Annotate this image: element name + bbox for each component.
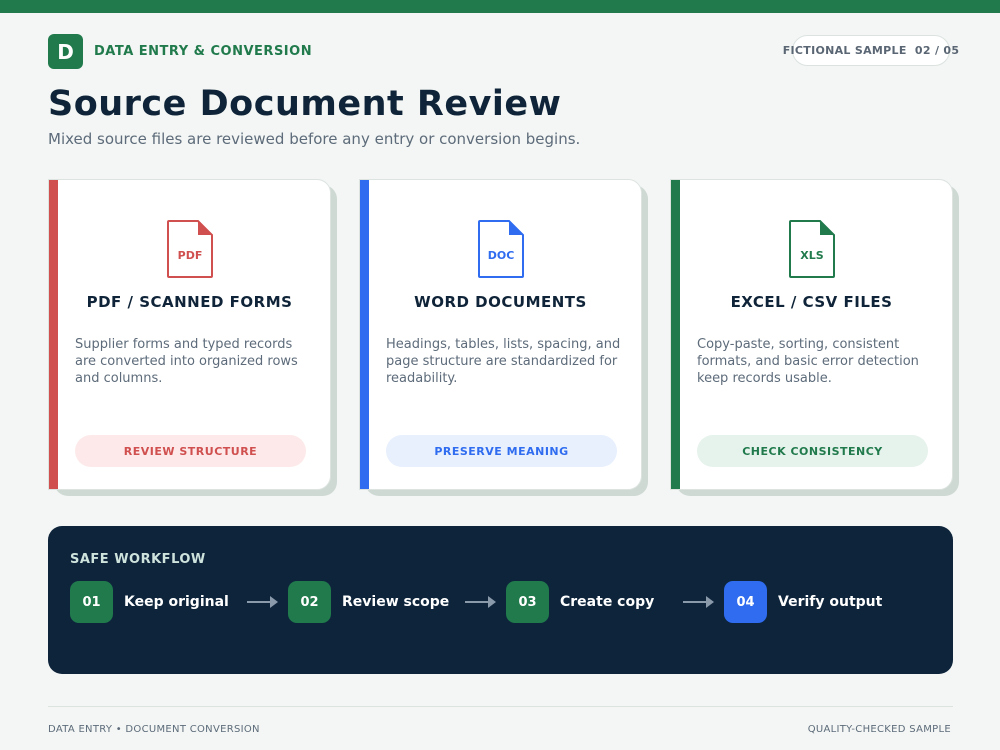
logo-badge: D (48, 34, 83, 69)
step-label: Create copy (560, 594, 655, 610)
card-description: Copy-paste, sorting, consistent formats,… (697, 337, 919, 386)
card-title: EXCEL / CSV FILES (730, 293, 893, 311)
step-number: 01 (70, 581, 113, 623)
card-accent-stripe (671, 180, 680, 489)
workflow-title: SAFE WORKFLOW (70, 552, 206, 567)
step-label: Review scope (342, 594, 450, 610)
page-subtitle: Mixed source files are reviewed before a… (48, 130, 581, 148)
file-type-label: PDF (177, 249, 203, 262)
workflow-panel: SAFE WORKFLOW 01 Keep original 02 Review… (48, 526, 953, 674)
file-type-label: DOC (487, 249, 515, 262)
footer-right: QUALITY-CHECKED SAMPLE (807, 724, 951, 735)
card-description: Headings, tables, lists, spacing, and pa… (386, 337, 621, 386)
workflow-step: 04 Verify output (724, 581, 882, 623)
footer-divider (48, 706, 953, 707)
card-badge: REVIEW STRUCTURE (75, 435, 306, 467)
arrow-right-icon (247, 596, 278, 608)
page-title: Source Document Review (48, 84, 562, 124)
brand-name: DATA ENTRY & CONVERSION (94, 44, 313, 59)
step-label: Verify output (778, 594, 883, 610)
card-title: WORD DOCUMENTS (414, 293, 587, 311)
card-pdf: PDF PDF / SCANNED FORMS Supplier forms a… (48, 179, 337, 496)
card-title: PDF / SCANNED FORMS (86, 293, 293, 311)
file-type-label: XLS (800, 249, 824, 262)
card-accent-stripe (360, 180, 369, 489)
workflow-step: 02 Review scope (288, 581, 449, 623)
sample-page-pill: FICTIONAL SAMPLE 02 / 05 (783, 35, 959, 66)
footer-left: DATA ENTRY • DOCUMENT CONVERSION (48, 724, 260, 735)
sample-label: FICTIONAL SAMPLE (782, 44, 907, 57)
card-excel: XLS EXCEL / CSV FILES Copy-paste, sortin… (670, 179, 959, 496)
workflow-step: 03 Create copy (506, 581, 654, 623)
step-number: 03 (506, 581, 549, 623)
card-accent-stripe (49, 180, 58, 489)
step-number: 02 (288, 581, 331, 623)
card-description: Supplier forms and typed records are con… (75, 337, 298, 386)
card-badge: PRESERVE MEANING (386, 435, 617, 467)
brand: D DATA ENTRY & CONVERSION (48, 34, 312, 69)
step-number: 04 (724, 581, 767, 623)
page-indicator: 02 / 05 (914, 44, 960, 57)
card-badge: CHECK CONSISTENCY (697, 435, 928, 467)
step-label: Keep original (124, 594, 229, 610)
top-accent-bar (0, 0, 1000, 13)
arrow-right-icon (683, 596, 714, 608)
arrow-right-icon (465, 596, 496, 608)
card-word: DOC WORD DOCUMENTS Headings, tables, lis… (359, 179, 648, 496)
workflow-step: 01 Keep original (70, 581, 229, 623)
